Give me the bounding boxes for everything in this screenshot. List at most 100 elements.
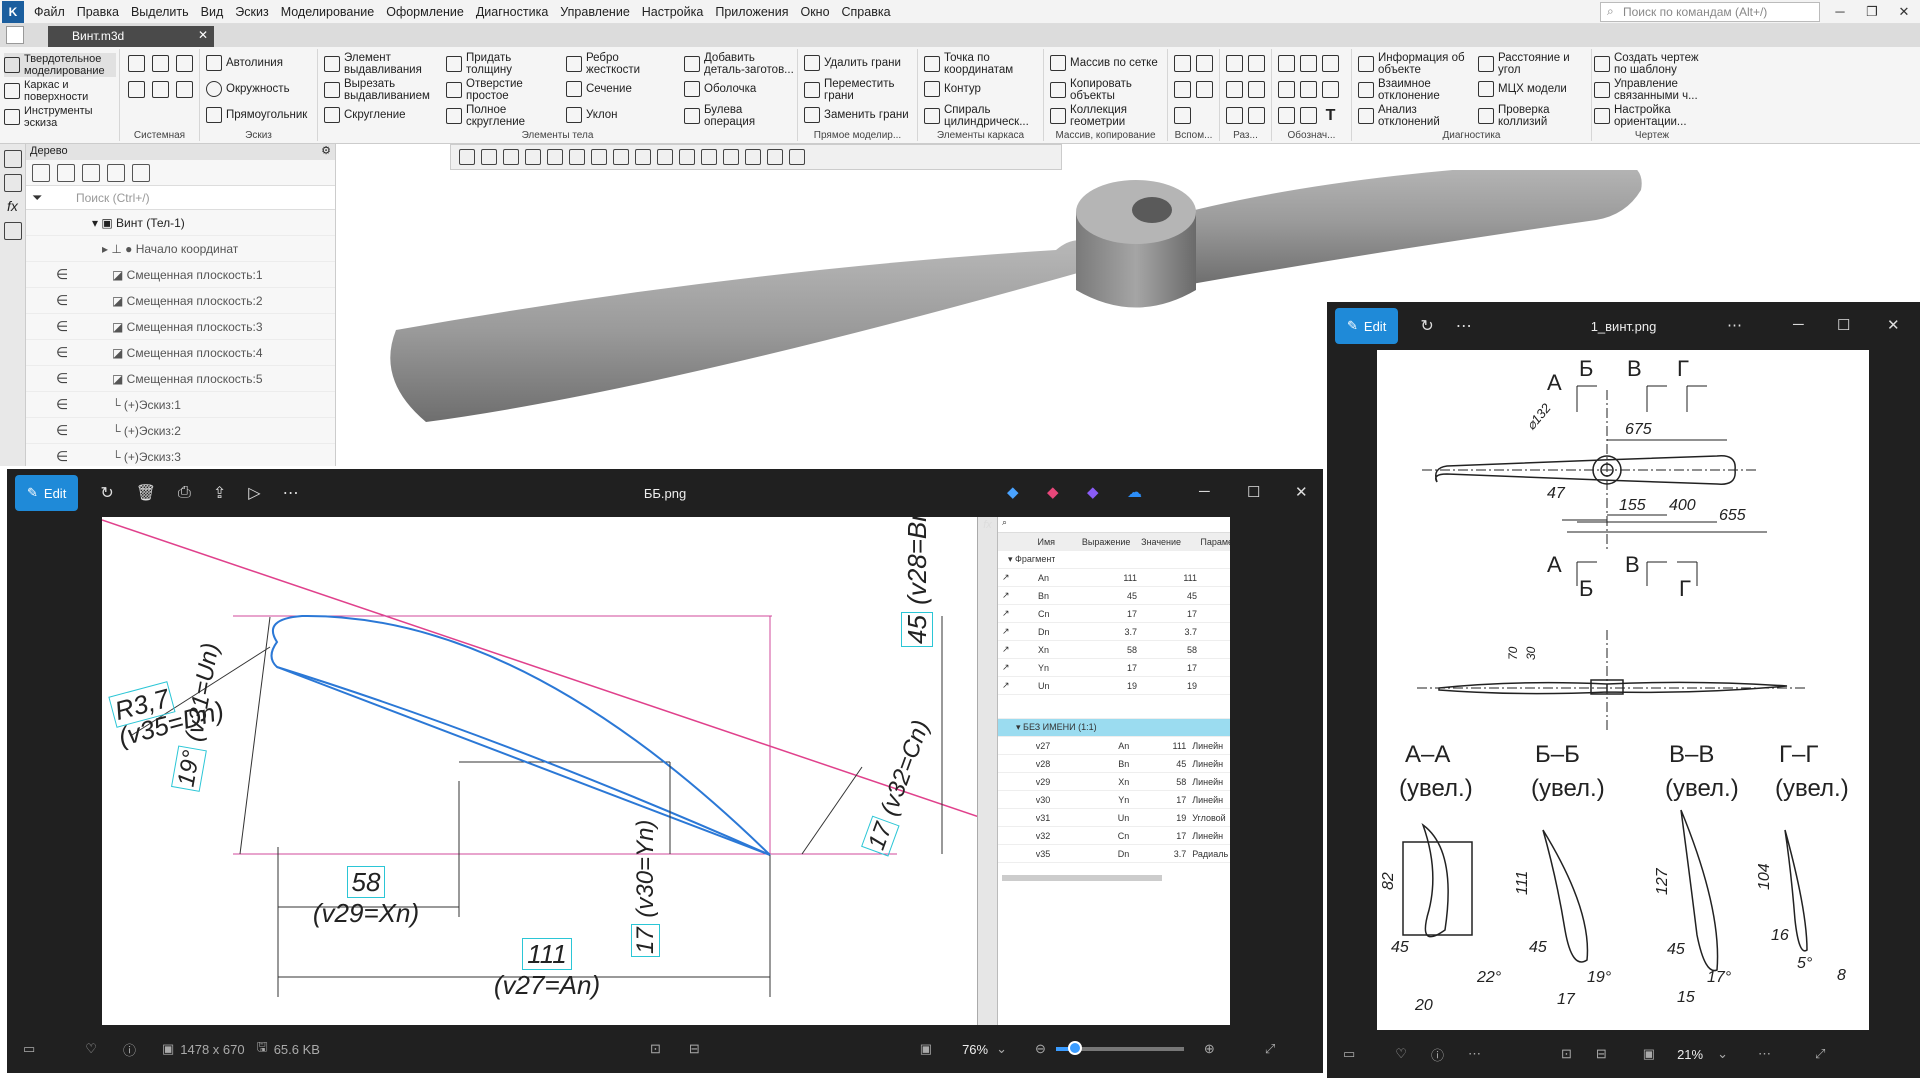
point-coords-button[interactable]: Точка по координатам (924, 52, 1039, 76)
actual-size-icon[interactable]: ▣ (920, 1041, 932, 1057)
tree-item-sketch-1[interactable]: ∈ └ (+)Эскиз:1 (26, 392, 335, 418)
crop-icon[interactable]: ⊟ (1596, 1046, 1607, 1062)
boolean-button[interactable]: Булева операция (684, 104, 784, 128)
app-tool-icon[interactable]: ◆ (1087, 483, 1099, 501)
mark-icon[interactable] (1300, 107, 1317, 124)
deviation-analysis-button[interactable]: Анализ отклонений (1358, 104, 1478, 128)
grid-pattern-button[interactable]: Массив по сетке (1050, 55, 1158, 71)
new-file-icon[interactable] (128, 55, 145, 72)
dimension-icon[interactable] (1300, 55, 1317, 72)
vt-section-fragment[interactable]: ▾ Фрагмент (998, 551, 1230, 569)
snap-icon[interactable] (679, 149, 695, 165)
section-view-icon[interactable] (1226, 81, 1243, 98)
zoom-dropdown-icon[interactable]: ⌄ (1717, 1046, 1728, 1062)
close-icon[interactable]: ✕ (1295, 483, 1308, 501)
hole-button[interactable]: Отверстие простое (446, 78, 536, 102)
favorite-icon[interactable]: ♡ (1395, 1046, 1407, 1062)
menu-layout[interactable]: Оформление (380, 5, 470, 19)
vt-row[interactable]: v28 Bn 45 Линейн (998, 755, 1230, 773)
copy-objects-button[interactable]: Копировать объекты (1050, 78, 1160, 102)
vt-row[interactable]: v29 Xn 58 Линейн (998, 773, 1230, 791)
rib-button[interactable]: Ребро жесткости (566, 52, 656, 76)
menu-apps[interactable]: Приложения (709, 5, 794, 19)
tree-view-icon[interactable] (82, 164, 100, 182)
extrude-button[interactable]: Элемент выдавливания (324, 52, 439, 76)
vt-section-unnamed[interactable]: ▾ БЕЗ ИМЕНИ (1:1) (998, 719, 1230, 737)
camera-icon[interactable] (745, 149, 761, 165)
dimension-111[interactable]: 111 (v27=An) (487, 938, 607, 1001)
split-icon[interactable] (1226, 55, 1243, 72)
delete-faces-button[interactable]: Удалить грани (804, 55, 901, 71)
hide-icon[interactable] (635, 149, 651, 165)
layers-panel-icon[interactable] (3, 222, 22, 240)
shaded-icon[interactable] (613, 149, 629, 165)
vt-row[interactable]: ↗ Yn 17 17 (998, 659, 1230, 677)
display-icon[interactable] (723, 149, 739, 165)
save-as-icon[interactable] (176, 81, 193, 98)
vt-search-icon[interactable]: ⌕ (998, 517, 1230, 533)
orient-icon[interactable] (459, 149, 475, 165)
base-icon[interactable] (1300, 81, 1317, 98)
vt-row[interactable]: ↗ Cn 17 17 (998, 605, 1230, 623)
tree-settings-icon[interactable]: ⚙ (321, 144, 331, 157)
minimize-icon[interactable]: ─ (1824, 0, 1856, 24)
tree-order-icon[interactable] (57, 164, 75, 182)
vt-row[interactable]: ↗ An 111 111 (998, 569, 1230, 587)
menu-sketch[interactable]: Эскиз (229, 5, 274, 19)
select-icon[interactable] (789, 149, 805, 165)
zoom-out-icon[interactable]: ⊖ (1035, 1041, 1046, 1057)
tree-layers-icon[interactable] (132, 164, 150, 182)
contour-button[interactable]: Контур (924, 81, 981, 97)
fillet-button[interactable]: Скругление (324, 107, 406, 123)
fullscreen-icon[interactable]: ⤢ (1815, 1046, 1825, 1062)
actual-size-icon[interactable]: ▣ (1643, 1046, 1655, 1062)
menu-window[interactable]: Окно (794, 5, 835, 19)
tree-item-sketch-3[interactable]: ∈ └ (+)Эскиз:3 (26, 444, 335, 470)
distance-angle-button[interactable]: Расстояние и угол (1478, 52, 1588, 76)
leader-icon[interactable] (1278, 81, 1295, 98)
maximize-icon[interactable]: ☐ (1247, 483, 1260, 501)
zoom-icon[interactable] (503, 149, 519, 165)
zoom-value[interactable]: 76% (962, 1042, 988, 1057)
vt-row[interactable]: ↗ Dn 3.7 3.7 (998, 623, 1230, 641)
thicken-button[interactable]: Придать толщину (446, 52, 536, 76)
tab-close-icon[interactable]: ✕ (198, 28, 208, 42)
rectangle-button[interactable]: Прямоугольник (206, 107, 307, 123)
menu-manage[interactable]: Управление (554, 5, 636, 19)
point-aux-icon[interactable] (1174, 107, 1191, 124)
pan-icon[interactable] (525, 149, 541, 165)
menu-settings[interactable]: Настройка (636, 5, 710, 19)
rotate-icon[interactable] (547, 149, 563, 165)
close-icon[interactable]: ✕ (1887, 316, 1900, 334)
draft-button[interactable]: Уклон (566, 107, 618, 123)
variables-table[interactable]: ⌕ ИмяВыражениеЗначениеПарамет ▾ Фрагмент… (997, 517, 1230, 1025)
menu-file[interactable]: Файл (28, 5, 71, 19)
fullscreen-icon[interactable]: ⤢ (1265, 1041, 1275, 1057)
gear-icon[interactable] (1226, 107, 1243, 124)
full-fillet-button[interactable]: Полное скругление (446, 104, 536, 128)
menu-help[interactable]: Справка (836, 5, 897, 19)
menu-view[interactable]: Вид (195, 5, 230, 19)
shell-button[interactable]: Оболочка (684, 81, 756, 97)
vt-row[interactable]: v30 Yn 17 Линейн (998, 791, 1230, 809)
axis-icon[interactable] (1196, 55, 1213, 72)
vt-row[interactable]: v31 Un 19 Угловой (998, 809, 1230, 827)
measure-icon[interactable] (1278, 55, 1295, 72)
mutual-deviation-button[interactable]: Взаимное отклонение (1358, 78, 1478, 102)
grid-icon[interactable] (701, 149, 717, 165)
axis-view-icon[interactable] (481, 149, 497, 165)
filter-icon[interactable]: ⏷ (32, 190, 42, 206)
cs-icon[interactable] (1196, 81, 1213, 98)
menu-modeling[interactable]: Моделирование (275, 5, 381, 19)
trim-icon[interactable] (1248, 81, 1265, 98)
document-tab[interactable]: Винт.m3d ✕ (48, 26, 214, 47)
helix-button[interactable]: Спираль цилиндрическ... (924, 104, 1039, 128)
tree-structure-icon[interactable] (32, 164, 50, 182)
tolerance-icon[interactable] (1322, 81, 1339, 98)
tree-item-origin[interactable]: ▸ ⊥ ● Начало координат (26, 236, 335, 262)
circle-button[interactable]: Окружность (206, 81, 290, 97)
drawing-canvas[interactable]: А Б В Г ⌀132 675 47 155 400 655 А Б В Г … (1377, 350, 1869, 1030)
vt-row[interactable]: v32 Cn 17 Линейн (998, 827, 1230, 845)
view-cube-icon[interactable] (591, 149, 607, 165)
mass-properties-button[interactable]: МЦХ модели (1478, 81, 1567, 97)
